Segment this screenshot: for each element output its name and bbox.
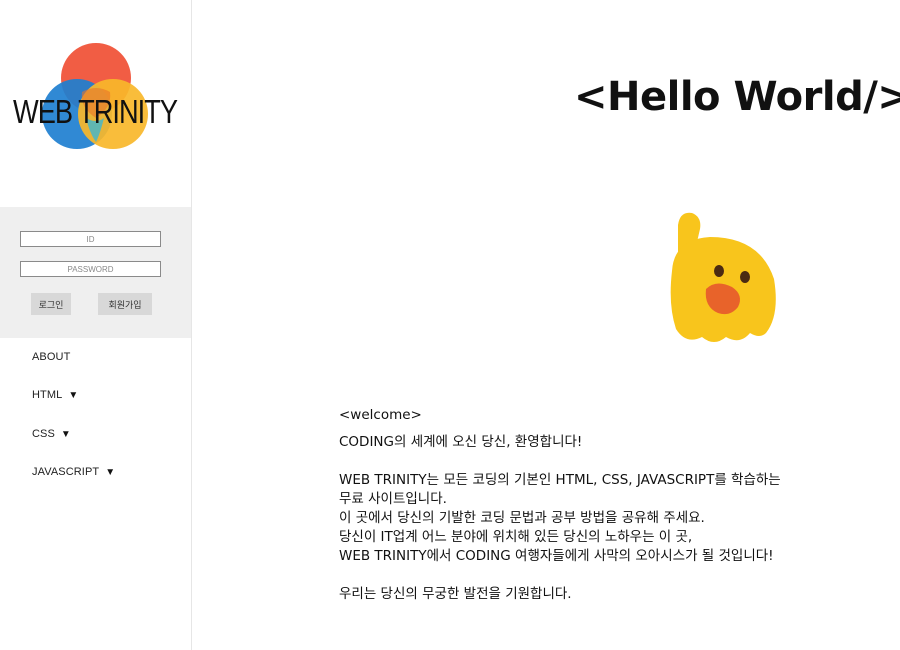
main-content: <welcome> CODING의 세계에 오신 당신, 환영합니다! WEB …: [339, 406, 884, 604]
nav-item-label: HTML: [32, 389, 63, 401]
nav-item-label: CSS: [32, 428, 55, 440]
login-button[interactable]: 로그인: [31, 293, 71, 315]
logo-text: WEB TRINITY: [13, 93, 178, 130]
id-input[interactable]: [20, 231, 161, 247]
web-trinity-logo-icon: WEB TRINITY: [13, 43, 179, 149]
raised-hand-ghost-icon: [664, 205, 782, 353]
login-box: 로그인 회원가입: [0, 207, 191, 338]
dropdown-arrow-icon: ▼: [105, 467, 116, 478]
intro-line: CODING의 세계에 오신 당신, 환영합니다!: [339, 434, 583, 450]
nav-item-label: ABOUT: [32, 351, 71, 363]
page-heading: <Hello World/>: [574, 74, 900, 120]
nav-item-javascript[interactable]: JAVASCRIPT ▼: [32, 466, 115, 478]
nav-item-css[interactable]: CSS ▼: [32, 428, 71, 440]
dropdown-arrow-icon: ▼: [60, 429, 71, 440]
dropdown-arrow-icon: ▼: [68, 390, 79, 401]
body-line: 당신이 IT업계 어느 분야에 위치해 있든 당신의 노하우는 이 곳,: [339, 529, 693, 545]
logo[interactable]: WEB TRINITY: [0, 0, 191, 205]
password-input[interactable]: [20, 261, 161, 277]
nav-item-about[interactable]: ABOUT: [32, 351, 70, 363]
nav-item-html[interactable]: HTML ▼: [32, 389, 78, 401]
body-line: WEB TRINITY에서 CODING 여행자들에게 사막의 오아시스가 될 …: [339, 548, 774, 564]
nav-item-label: JAVASCRIPT: [32, 466, 100, 478]
join-button[interactable]: 회원가입: [98, 293, 152, 315]
closing-line: 우리는 당신의 무궁한 발전을 기원합니다.: [339, 586, 572, 602]
body-line: WEB TRINITY는 모든 코딩의 기본인 HTML, CSS, JAVAS…: [339, 472, 781, 488]
body-line: 무료 사이트입니다.: [339, 491, 447, 507]
body-line: 이 곳에서 당신의 기발한 코딩 문법과 공부 방법을 공유해 주세요.: [339, 510, 705, 526]
sidebar: WEB TRINITY 로그인 회원가입 ABOUT HTML ▼ CSS ▼ JA…: [0, 0, 192, 650]
welcome-tag: <welcome>: [339, 407, 422, 423]
